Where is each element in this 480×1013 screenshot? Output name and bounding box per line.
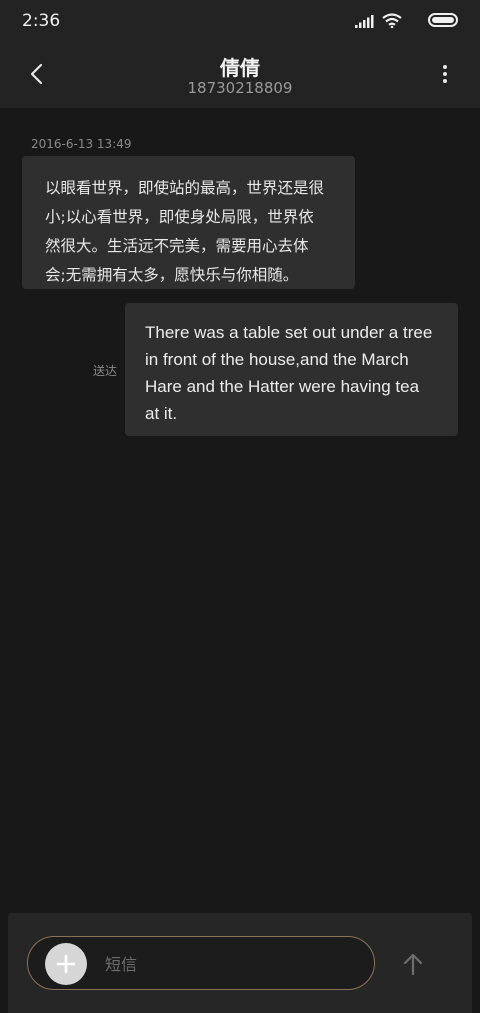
message-line: 然很大。生活远不完美，需要用心去体 <box>45 237 309 255</box>
message-line: Hare and the Hatter were having tea <box>145 377 420 396</box>
status-icons <box>308 12 458 30</box>
message-line: 小;以心看世界，即使身处局限，世界依 <box>45 208 314 226</box>
conversation-header: 倩倩 18730218809 <box>0 42 480 108</box>
incoming-message-bubble[interactable]: 以眼看世界，即使站的最高，世界还是很 小;以心看世界，即使身处局限，世界依 然很… <box>22 156 355 289</box>
message-line: in front of the house,and the March <box>145 350 409 369</box>
input-container <box>27 936 375 990</box>
message-line: There was a table set out under a tree <box>145 323 433 342</box>
message-composer <box>8 913 472 1013</box>
more-vertical-icon[interactable] <box>438 62 452 88</box>
status-time: 2:36 <box>22 11 61 31</box>
signal-icon <box>355 15 374 28</box>
outgoing-message-bubble[interactable]: There was a table set out under a tree i… <box>125 303 458 436</box>
contact-number: 18730218809 <box>187 79 293 97</box>
delivery-status: 送达 <box>93 364 118 378</box>
message-line: at it. <box>145 404 178 423</box>
battery-icon <box>428 13 458 27</box>
message-line: 以眼看世界，即使站的最高，世界还是很 <box>45 179 325 197</box>
message-input[interactable] <box>105 951 355 977</box>
status-bar: 2:36 <box>0 0 480 42</box>
add-attachment-button[interactable] <box>45 943 87 985</box>
arrow-up-icon[interactable] <box>400 951 426 977</box>
plus-icon <box>56 954 76 974</box>
contact-name: 倩倩 <box>220 56 260 80</box>
wifi-icon <box>382 13 402 28</box>
message-timestamp: 2016-6-13 13:49 <box>31 137 132 151</box>
message-line: 会;无需拥有太多，愿快乐与你相随。 <box>45 266 299 284</box>
